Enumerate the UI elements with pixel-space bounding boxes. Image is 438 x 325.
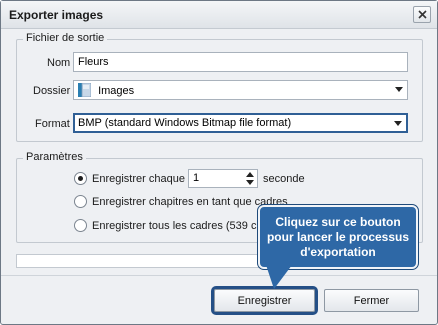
chevron-down-icon <box>395 87 403 92</box>
title-bar: Exporter images <box>1 1 437 29</box>
save-button[interactable]: Enregistrer <box>211 286 318 315</box>
name-label: Nom <box>47 57 71 69</box>
save-every-label: Enregistrer chaque <box>92 173 185 185</box>
save-chapters-radio[interactable] <box>74 195 87 208</box>
format-label: Format <box>35 118 70 130</box>
tooltip-text: Cliquez sur ce bouton pour lancer le pro… <box>266 214 410 259</box>
save-all-frames-radio[interactable] <box>74 219 87 232</box>
folder-icon <box>78 83 91 97</box>
folder-select[interactable]: Images <box>73 80 408 100</box>
interval-value: 1 <box>193 172 200 184</box>
close-dialog-button[interactable]: Fermer <box>324 289 419 312</box>
name-field[interactable]: Fleurs <box>73 52 408 72</box>
chevron-down-icon <box>394 121 402 126</box>
window-title: Exporter images <box>9 8 104 22</box>
output-file-legend: Fichier de sortie <box>23 32 108 44</box>
folder-label: Dossier <box>33 85 71 97</box>
save-every-radio[interactable] <box>74 172 87 185</box>
stepper-down-icon[interactable] <box>246 180 254 185</box>
format-select[interactable]: BMP (standard Windows Bitmap file format… <box>73 113 408 133</box>
close-button[interactable] <box>413 6 431 23</box>
footer-divider <box>1 275 437 276</box>
parameters-legend: Paramètres <box>23 151 86 163</box>
export-progress-bar <box>16 254 261 268</box>
stepper-up-icon[interactable] <box>246 172 254 177</box>
format-value: BMP (standard Windows Bitmap file format… <box>78 117 292 129</box>
interval-stepper[interactable]: 1 <box>188 169 258 188</box>
folder-value: Images <box>98 85 135 97</box>
save-chapters-label: Enregistrer chapitres en tant que cadres <box>92 196 288 208</box>
export-tooltip: Cliquez sur ce bouton pour lancer le pro… <box>258 205 418 269</box>
tooltip-pointer <box>266 265 292 289</box>
close-icon <box>417 10 427 19</box>
export-images-dialog: Exporter images Fichier de sortie Nom Fl… <box>0 0 438 325</box>
interval-unit-label: seconde <box>263 173 305 185</box>
